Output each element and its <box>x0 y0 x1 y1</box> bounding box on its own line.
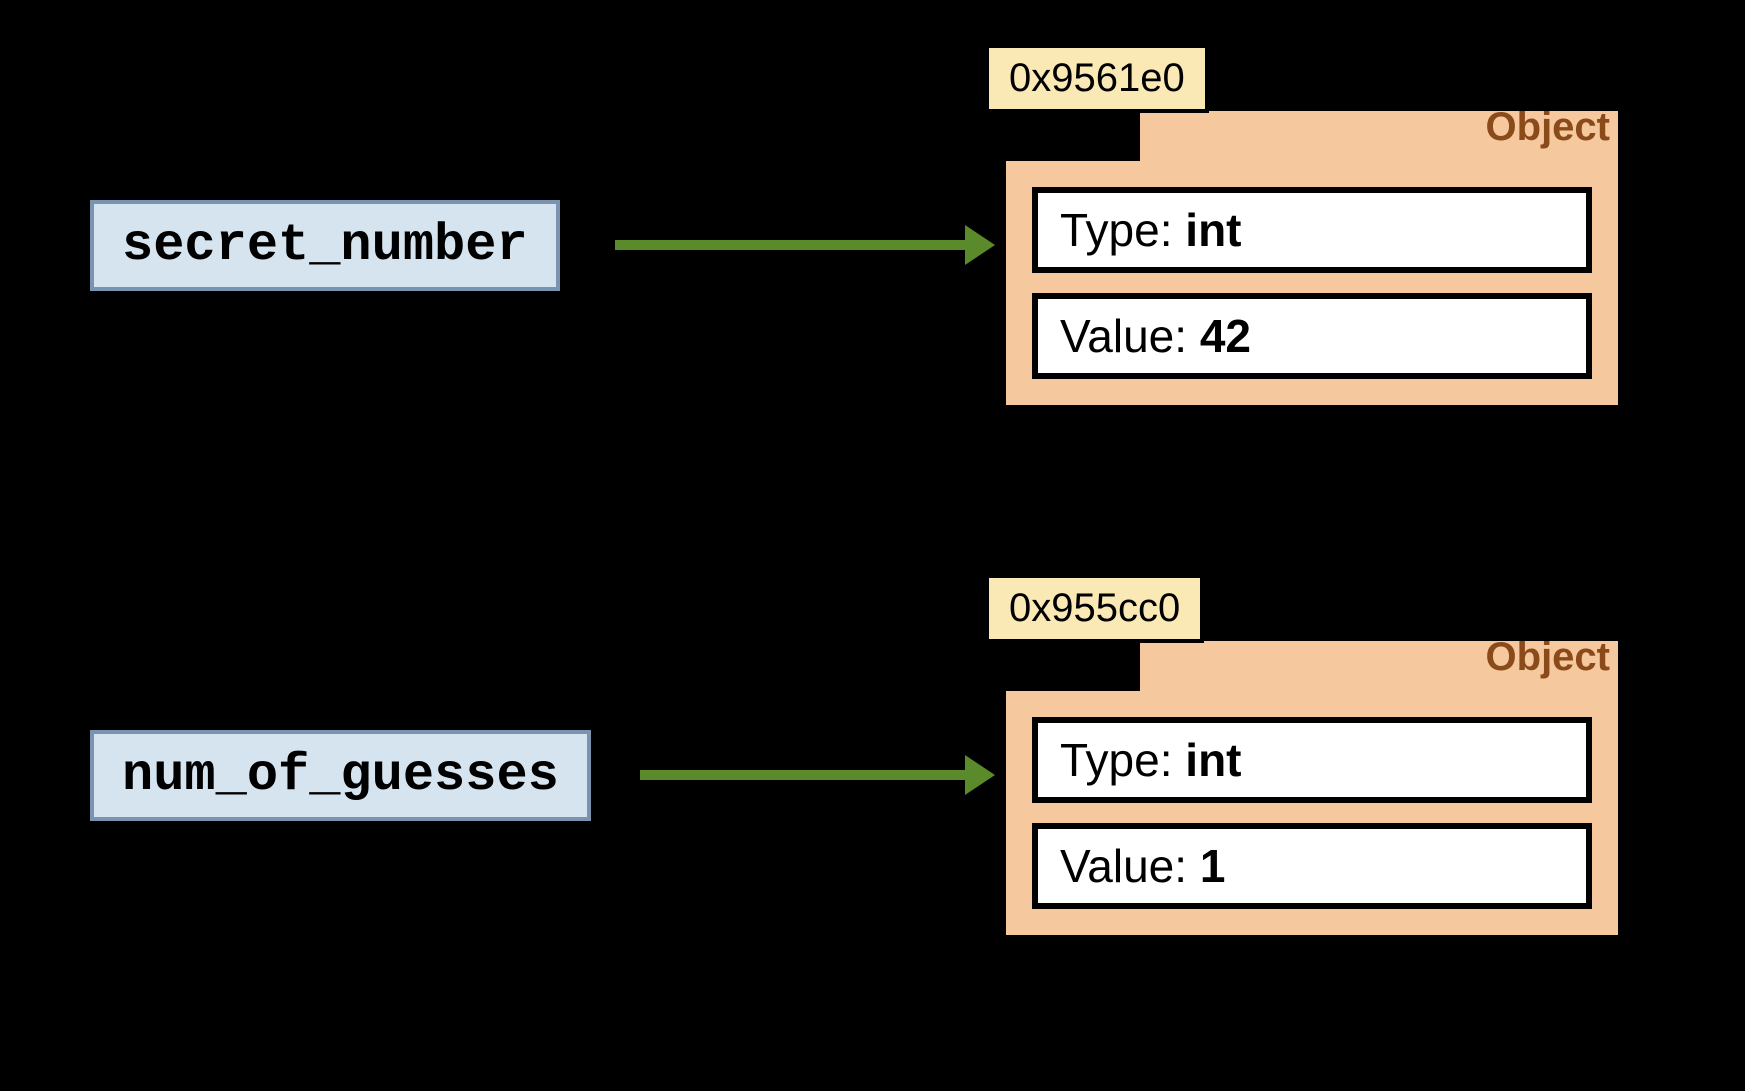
type-value: int <box>1185 204 1241 256</box>
type-field: Type: int <box>1032 717 1592 803</box>
value-value: 1 <box>1200 840 1226 892</box>
object-label: Object <box>1486 105 1610 150</box>
variable-name: secret_number <box>122 216 528 275</box>
variable-name: num_of_guesses <box>122 746 559 805</box>
object-label: Object <box>1486 635 1610 680</box>
memory-address: 0x9561e0 <box>1009 56 1185 100</box>
memory-address-box: 0x9561e0 <box>985 44 1209 113</box>
value-label: Value: <box>1060 840 1187 892</box>
type-field: Type: int <box>1032 187 1592 273</box>
arrow-icon <box>615 215 995 275</box>
value-label: Value: <box>1060 310 1187 362</box>
object-box-num-of-guesses: Object Type: int Value: 1 <box>1000 685 1624 941</box>
type-label: Type: <box>1060 204 1173 256</box>
memory-address-box: 0x955cc0 <box>985 574 1204 643</box>
value-field: Value: 42 <box>1032 293 1592 379</box>
arrow-icon <box>640 745 995 805</box>
object-box-secret-number: Object Type: int Value: 42 <box>1000 155 1624 411</box>
value-field: Value: 1 <box>1032 823 1592 909</box>
type-label: Type: <box>1060 734 1173 786</box>
variable-box-num-of-guesses: num_of_guesses <box>90 730 591 821</box>
memory-address: 0x955cc0 <box>1009 586 1180 630</box>
variable-box-secret-number: secret_number <box>90 200 560 291</box>
type-value: int <box>1185 734 1241 786</box>
value-value: 42 <box>1200 310 1251 362</box>
